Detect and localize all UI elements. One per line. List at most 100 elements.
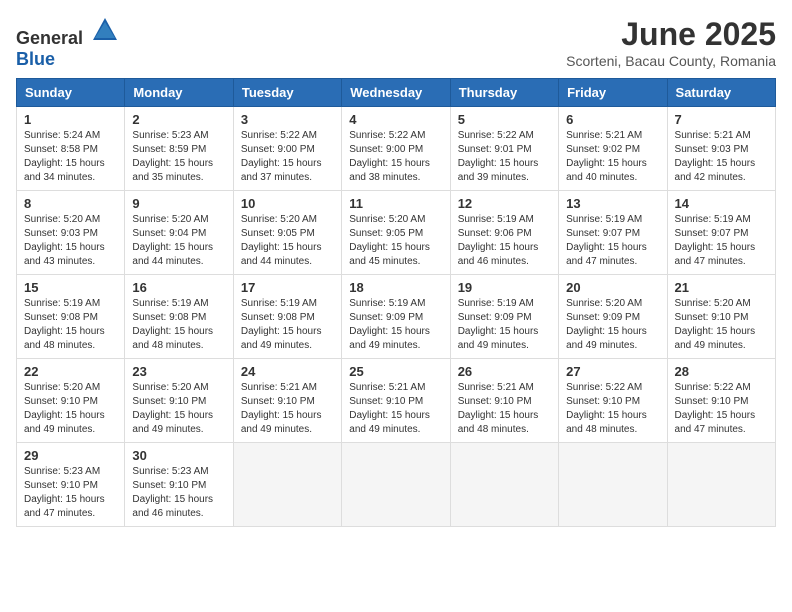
weekday-sunday: Sunday	[17, 79, 125, 107]
logo-icon	[91, 16, 119, 44]
day-number: 15	[24, 280, 117, 295]
day-number: 16	[132, 280, 225, 295]
calendar-cell: 23 Sunrise: 5:20 AM Sunset: 9:10 PM Dayli…	[125, 359, 233, 443]
weekday-monday: Monday	[125, 79, 233, 107]
day-info: Sunrise: 5:19 AM Sunset: 9:07 PM Dayligh…	[675, 213, 768, 269]
calendar-table: SundayMondayTuesdayWednesdayThursdayFrid…	[16, 78, 776, 527]
calendar-cell: 26 Sunrise: 5:21 AM Sunset: 9:10 PM Dayli…	[450, 359, 558, 443]
logo-blue: Blue	[16, 49, 55, 69]
weekday-thursday: Thursday	[450, 79, 558, 107]
calendar-cell: 6 Sunrise: 5:21 AM Sunset: 9:02 PM Daylig…	[559, 107, 667, 191]
month-title: June 2025	[566, 16, 776, 53]
day-number: 30	[132, 448, 225, 463]
calendar-cell: 3 Sunrise: 5:22 AM Sunset: 9:00 PM Daylig…	[233, 107, 341, 191]
day-number: 3	[241, 112, 334, 127]
day-number: 17	[241, 280, 334, 295]
day-number: 13	[566, 196, 659, 211]
calendar-week-4: 22 Sunrise: 5:20 AM Sunset: 9:10 PM Dayli…	[17, 359, 776, 443]
calendar-week-5: 29 Sunrise: 5:23 AM Sunset: 9:10 PM Dayli…	[17, 443, 776, 527]
calendar-cell: 13Sunrise: 5:19 AM Sunset: 9:07 PM Dayli…	[559, 191, 667, 275]
day-number: 8	[24, 196, 117, 211]
calendar-week-2: 8 Sunrise: 5:20 AM Sunset: 9:03 PM Daylig…	[17, 191, 776, 275]
day-info: Sunrise: 5:21 AM Sunset: 9:02 PM Dayligh…	[566, 129, 659, 185]
day-number: 6	[566, 112, 659, 127]
calendar-cell	[342, 443, 450, 527]
day-info: Sunrise: 5:22 AM Sunset: 9:01 PM Dayligh…	[458, 129, 551, 185]
day-info: Sunrise: 5:21 AM Sunset: 9:03 PM Dayligh…	[675, 129, 768, 185]
calendar-cell: 9 Sunrise: 5:20 AM Sunset: 9:04 PM Daylig…	[125, 191, 233, 275]
day-info: Sunrise: 5:20 AM Sunset: 9:09 PM Dayligh…	[566, 297, 659, 353]
day-info: Sunrise: 5:21 AM Sunset: 9:10 PM Dayligh…	[349, 381, 442, 437]
day-number: 18	[349, 280, 442, 295]
day-info: Sunrise: 5:23 AM Sunset: 9:10 PM Dayligh…	[24, 465, 117, 521]
day-info: Sunrise: 5:19 AM Sunset: 9:08 PM Dayligh…	[132, 297, 225, 353]
calendar-week-1: 1Sunrise: 5:24 AM Sunset: 8:58 PM Daylig…	[17, 107, 776, 191]
calendar-cell: 25 Sunrise: 5:21 AM Sunset: 9:10 PM Dayli…	[342, 359, 450, 443]
weekday-friday: Friday	[559, 79, 667, 107]
logo-general: General	[16, 28, 83, 48]
page-header: General Blue June 2025 Scorteni, Bacau C…	[16, 16, 776, 70]
day-info: Sunrise: 5:23 AM Sunset: 8:59 PM Dayligh…	[132, 129, 225, 185]
day-number: 12	[458, 196, 551, 211]
day-info: Sunrise: 5:20 AM Sunset: 9:10 PM Dayligh…	[24, 381, 117, 437]
calendar-cell	[667, 443, 775, 527]
day-info: Sunrise: 5:20 AM Sunset: 9:10 PM Dayligh…	[132, 381, 225, 437]
day-info: Sunrise: 5:21 AM Sunset: 9:10 PM Dayligh…	[241, 381, 334, 437]
day-info: Sunrise: 5:19 AM Sunset: 9:08 PM Dayligh…	[24, 297, 117, 353]
weekday-wednesday: Wednesday	[342, 79, 450, 107]
day-number: 22	[24, 364, 117, 379]
day-number: 4	[349, 112, 442, 127]
calendar-cell: 7 Sunrise: 5:21 AM Sunset: 9:03 PM Daylig…	[667, 107, 775, 191]
calendar-cell: 21Sunrise: 5:20 AM Sunset: 9:10 PM Dayli…	[667, 275, 775, 359]
calendar-cell: 12Sunrise: 5:19 AM Sunset: 9:06 PM Dayli…	[450, 191, 558, 275]
day-info: Sunrise: 5:22 AM Sunset: 9:10 PM Dayligh…	[566, 381, 659, 437]
day-number: 26	[458, 364, 551, 379]
day-number: 14	[675, 196, 768, 211]
day-info: Sunrise: 5:19 AM Sunset: 9:09 PM Dayligh…	[458, 297, 551, 353]
day-number: 28	[675, 364, 768, 379]
weekday-saturday: Saturday	[667, 79, 775, 107]
calendar-cell: 22 Sunrise: 5:20 AM Sunset: 9:10 PM Dayli…	[17, 359, 125, 443]
day-info: Sunrise: 5:20 AM Sunset: 9:05 PM Dayligh…	[241, 213, 334, 269]
day-number: 10	[241, 196, 334, 211]
calendar-cell: 1Sunrise: 5:24 AM Sunset: 8:58 PM Daylig…	[17, 107, 125, 191]
day-info: Sunrise: 5:20 AM Sunset: 9:10 PM Dayligh…	[675, 297, 768, 353]
day-info: Sunrise: 5:20 AM Sunset: 9:03 PM Dayligh…	[24, 213, 117, 269]
day-number: 2	[132, 112, 225, 127]
calendar-cell: 2 Sunrise: 5:23 AM Sunset: 8:59 PM Daylig…	[125, 107, 233, 191]
calendar-cell: 15 Sunrise: 5:19 AM Sunset: 9:08 PM Dayli…	[17, 275, 125, 359]
day-number: 25	[349, 364, 442, 379]
day-info: Sunrise: 5:21 AM Sunset: 9:10 PM Dayligh…	[458, 381, 551, 437]
calendar-cell: 16 Sunrise: 5:19 AM Sunset: 9:08 PM Dayli…	[125, 275, 233, 359]
calendar-body: 1Sunrise: 5:24 AM Sunset: 8:58 PM Daylig…	[17, 107, 776, 527]
day-number: 1	[24, 112, 117, 127]
logo-text: General Blue	[16, 16, 119, 70]
calendar-cell: 4 Sunrise: 5:22 AM Sunset: 9:00 PM Daylig…	[342, 107, 450, 191]
day-number: 23	[132, 364, 225, 379]
day-number: 27	[566, 364, 659, 379]
calendar-cell: 8 Sunrise: 5:20 AM Sunset: 9:03 PM Daylig…	[17, 191, 125, 275]
calendar-cell: 19 Sunrise: 5:19 AM Sunset: 9:09 PM Dayli…	[450, 275, 558, 359]
calendar-cell: 29 Sunrise: 5:23 AM Sunset: 9:10 PM Dayli…	[17, 443, 125, 527]
day-number: 29	[24, 448, 117, 463]
day-number: 9	[132, 196, 225, 211]
calendar-cell: 27 Sunrise: 5:22 AM Sunset: 9:10 PM Dayli…	[559, 359, 667, 443]
calendar-cell: 10 Sunrise: 5:20 AM Sunset: 9:05 PM Dayli…	[233, 191, 341, 275]
day-number: 19	[458, 280, 551, 295]
calendar-cell: 28Sunrise: 5:22 AM Sunset: 9:10 PM Dayli…	[667, 359, 775, 443]
day-number: 20	[566, 280, 659, 295]
calendar-cell: 11Sunrise: 5:20 AM Sunset: 9:05 PM Dayli…	[342, 191, 450, 275]
calendar-cell	[559, 443, 667, 527]
day-info: Sunrise: 5:22 AM Sunset: 9:00 PM Dayligh…	[241, 129, 334, 185]
day-number: 7	[675, 112, 768, 127]
day-info: Sunrise: 5:19 AM Sunset: 9:09 PM Dayligh…	[349, 297, 442, 353]
day-number: 11	[349, 196, 442, 211]
logo: General Blue	[16, 16, 119, 70]
calendar-cell	[450, 443, 558, 527]
day-number: 24	[241, 364, 334, 379]
weekday-header-row: SundayMondayTuesdayWednesdayThursdayFrid…	[17, 79, 776, 107]
calendar-week-3: 15 Sunrise: 5:19 AM Sunset: 9:08 PM Dayli…	[17, 275, 776, 359]
day-info: Sunrise: 5:22 AM Sunset: 9:00 PM Dayligh…	[349, 129, 442, 185]
calendar-cell: 17Sunrise: 5:19 AM Sunset: 9:08 PM Dayli…	[233, 275, 341, 359]
day-info: Sunrise: 5:20 AM Sunset: 9:04 PM Dayligh…	[132, 213, 225, 269]
